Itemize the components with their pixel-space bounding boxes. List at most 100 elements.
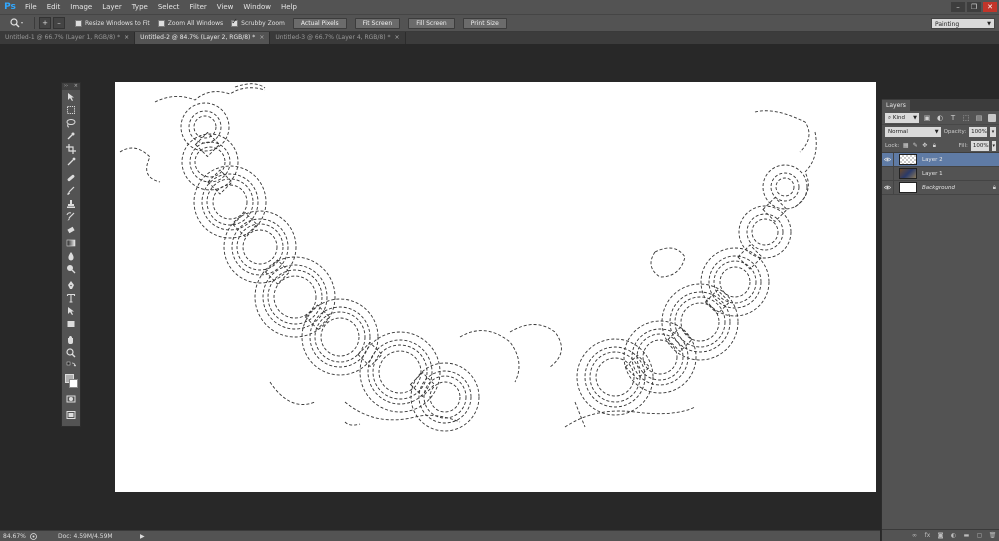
layer-name[interactable]: Layer 1 [922,171,943,177]
scrubby-zoom-option[interactable]: Scrubby Zoom [231,17,285,27]
link-icon[interactable]: ∞ [910,531,919,540]
lock-all-icon[interactable]: 🔒︎ [931,141,938,150]
tab-untitled-2[interactable]: Untitled-2 @ 84.7% (Layer 2, RGB/8) * × [135,32,271,44]
menu-select[interactable]: Select [153,0,185,14]
menu-edit[interactable]: Edit [42,0,66,14]
zoom-out-button[interactable]: – [53,17,65,29]
fill-screen-button[interactable]: Fill Screen [408,17,455,29]
collapse-icon[interactable]: ›› [64,83,68,90]
menu-image[interactable]: Image [65,0,97,14]
visibility-toggle[interactable] [882,166,894,181]
brush-tool[interactable] [62,184,80,197]
trash-icon[interactable]: 🗑︎ [988,531,997,540]
scrubby-zoom-checkbox[interactable] [231,17,239,27]
zoom-in-button[interactable]: + [39,17,51,29]
smart-object-filter-icon[interactable]: ▤ [974,113,984,123]
dodge-tool[interactable] [62,262,80,275]
menu-window[interactable]: Window [238,0,276,14]
menu-file[interactable]: File [20,0,42,14]
clone-stamp-tool[interactable] [62,197,80,210]
menu-help[interactable]: Help [276,0,302,14]
tools-panel-header[interactable]: ›› × [62,83,80,90]
opacity-label: Opacity: [943,129,967,135]
document-canvas[interactable] [115,82,876,492]
fill-slider-toggle[interactable]: ▾ [991,140,996,151]
pen-tool[interactable] [62,278,80,291]
tab-close-icon[interactable]: × [394,32,399,44]
opacity-slider-toggle[interactable]: ▾ [990,127,996,137]
hand-tool[interactable] [62,333,80,346]
eraser-tool[interactable] [62,223,80,236]
quick-mask-toggle[interactable] [62,392,80,405]
path-selection-tool[interactable] [62,304,80,317]
tab-untitled-1[interactable]: Untitled-1 @ 66.7% (Layer 1, RGB/8) * × [0,32,136,44]
crop-tool[interactable] [62,142,80,155]
fill-field[interactable]: 100% [970,140,989,151]
minimize-button[interactable]: – [951,2,965,12]
print-size-button[interactable]: Print Size [462,17,507,29]
tab-untitled-3[interactable]: Untitled-3 @ 66.7% (Layer 4, RGB/8) * × [270,32,406,44]
default-colors-toggle[interactable] [62,359,80,372]
blend-mode-select[interactable]: Normal ▼ [885,127,941,137]
adjustment-icon[interactable]: ◐ [949,531,958,540]
lock-icon: 🔒︎ [992,183,996,191]
layer-name[interactable]: Background [922,185,955,191]
mask-icon[interactable]: ◙ [936,531,945,540]
menu-filter[interactable]: Filter [184,0,211,14]
zoom-level[interactable]: 84.67% [0,533,28,540]
filter-kind-select[interactable]: ⌕ Kind ▼ [885,112,919,123]
close-button[interactable]: ✕ [983,2,997,12]
zoom-tool[interactable] [62,346,80,359]
workspace-select[interactable]: Painting ▼ [931,18,995,29]
visibility-toggle[interactable] [882,152,894,167]
tool-preset-picker[interactable] [4,16,30,30]
shape-filter-icon[interactable]: ⬚ [961,113,971,123]
blur-tool[interactable] [62,249,80,262]
lock-pixels-icon[interactable]: ✎ [912,141,919,150]
layer-row-layer-1[interactable]: Layer 1 [882,166,999,181]
tab-layers[interactable]: Layers [882,100,910,111]
shape-tool[interactable] [62,317,80,330]
tab-close-icon[interactable]: × [124,32,129,44]
move-tool[interactable] [62,90,80,103]
type-filter-icon[interactable]: T [948,113,958,123]
resize-windows-checkbox[interactable] [75,19,82,27]
layer-row-background[interactable]: Background 🔒︎ [882,180,999,195]
group-icon[interactable]: ▬ [962,531,971,540]
panel-close-icon[interactable]: × [74,83,78,90]
screen-mode-toggle[interactable] [62,408,80,421]
lock-transparent-icon[interactable]: ▦ [902,141,909,150]
layer-name[interactable]: Layer 2 [922,157,943,163]
history-brush-tool[interactable] [62,210,80,223]
fit-screen-button[interactable]: Fit Screen [354,17,401,29]
adjustment-filter-icon[interactable]: ◐ [935,113,945,123]
menu-view[interactable]: View [212,0,239,14]
tab-close-icon[interactable]: × [259,32,264,44]
visibility-toggle[interactable] [882,180,894,195]
healing-brush-tool[interactable] [62,171,80,184]
quick-selection-tool[interactable] [62,129,80,142]
menu-type[interactable]: Type [127,0,153,14]
actual-pixels-button[interactable]: Actual Pixels [292,17,347,29]
gradient-tool[interactable] [62,236,80,249]
zoom-all-option[interactable]: Zoom All Windows [157,19,223,27]
resize-windows-option[interactable]: Resize Windows to Fit [75,19,150,27]
lasso-tool[interactable] [62,116,80,129]
new-layer-icon[interactable]: ▢ [975,531,984,540]
type-tool[interactable] [62,291,80,304]
fx-icon[interactable]: fx [923,531,932,540]
menu-layer[interactable]: Layer [97,0,127,14]
pixel-filter-icon[interactable]: ▣ [922,113,932,123]
marquee-tool[interactable] [62,103,80,116]
lock-position-icon[interactable]: ✥ [922,141,929,150]
layer-row-layer-2[interactable]: Layer 2 [882,152,999,167]
status-menu-arrow[interactable]: ▶ [140,533,145,540]
zoom-all-checkbox[interactable] [157,19,165,27]
filter-toggle-switch[interactable] [988,113,996,122]
restore-button[interactable]: ❐ [967,2,981,12]
opacity-field[interactable]: 100% [969,127,988,137]
share-icon[interactable] [28,532,38,541]
resize-windows-label: Resize Windows to Fit [85,19,150,27]
background-color-swatch[interactable] [69,379,78,388]
eyedropper-tool[interactable] [62,155,80,168]
